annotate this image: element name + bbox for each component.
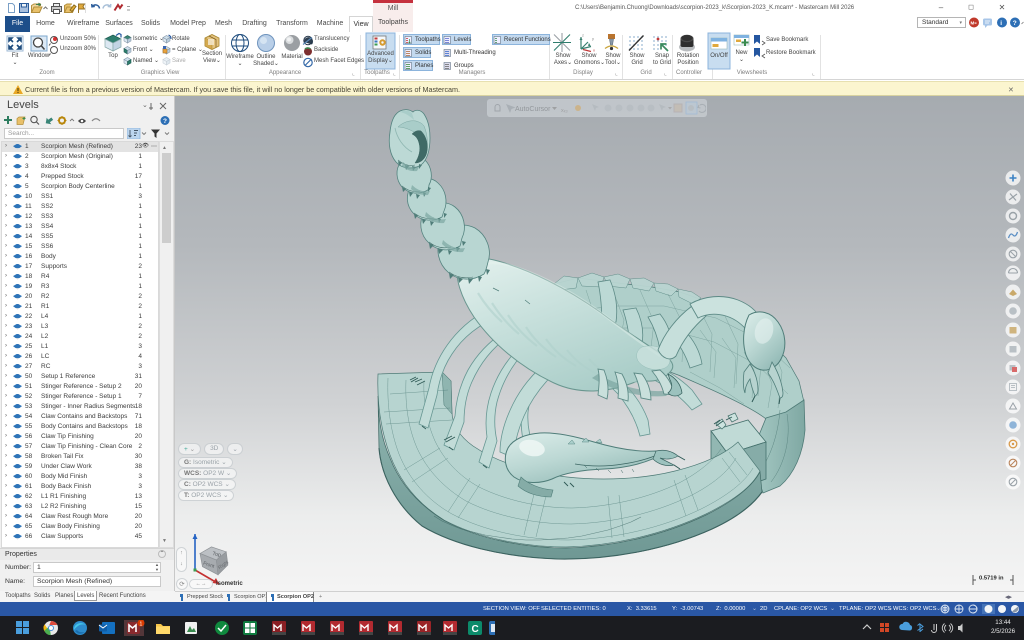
svg-text:i: i [1000, 20, 1002, 27]
svg-text:C: C [472, 624, 479, 635]
svg-text:xₓ₃: xₓ₃ [561, 108, 568, 114]
svg-text:?: ? [163, 118, 167, 125]
svg-text:1: 1 [140, 621, 143, 627]
svg-text:M»: M» [971, 21, 978, 26]
svg-text:AutoCursor: AutoCursor [515, 106, 551, 113]
svg-text:0.5719 in: 0.5719 in [979, 576, 1004, 582]
svg-text:?: ? [1013, 20, 1017, 27]
